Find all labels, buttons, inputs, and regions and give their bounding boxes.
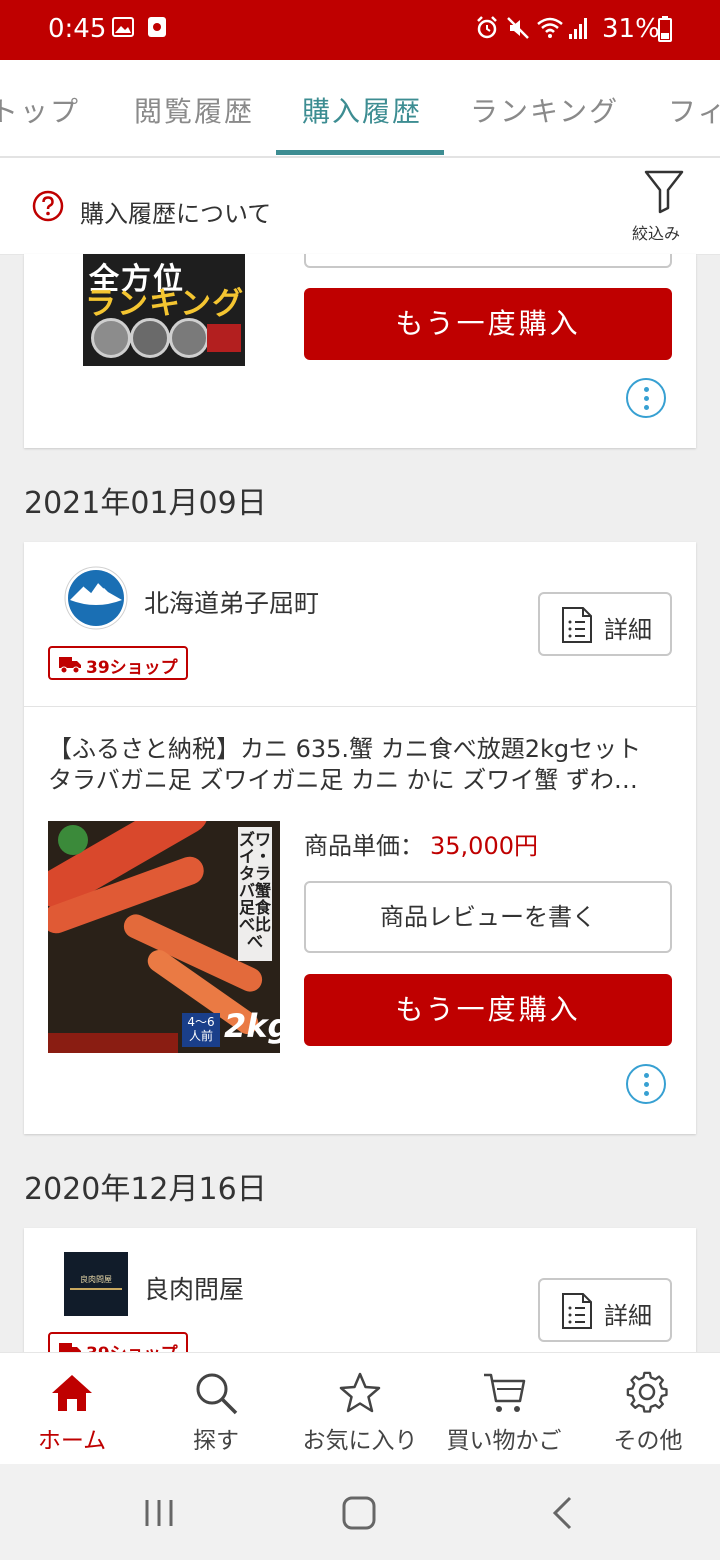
help-icon[interactable] [32, 190, 64, 222]
image-notification-icon [112, 17, 134, 37]
write-review-button[interactable]: 商品レビューを書く [304, 881, 672, 953]
nav-favorites[interactable]: お気に入り [288, 1353, 432, 1465]
shop-logo-text: 良肉問屋 [80, 1275, 112, 1284]
rebuy-button[interactable]: もう一度購入 [304, 974, 672, 1046]
tab-ranking[interactable]: ランキング [470, 90, 619, 130]
order-date: 2020年12月16日 [24, 1172, 267, 1207]
order-date: 2021年01月09日 [24, 486, 267, 521]
tab-browsing-history[interactable]: 閲覧履歴 [134, 90, 254, 130]
more-options-icon[interactable] [626, 1064, 666, 1104]
detail-label: 詳細 [604, 1302, 652, 1330]
card-divider [24, 706, 696, 707]
tab-active-indicator [276, 150, 444, 155]
back-icon[interactable] [550, 1496, 574, 1530]
wifi-icon [537, 17, 563, 38]
product-title[interactable]: 【ふるさと納税】カニ 635.蟹 カニ食べ放題2kgセット タラバガニ足 ズワイ… [48, 734, 670, 796]
badge-text: 39ショップ [86, 658, 178, 678]
status-time: 0:45 [48, 14, 107, 44]
bottom-nav: ホーム 探す お気に入り 買い物かご その他 [0, 1352, 720, 1465]
rebuy-button[interactable]: もう一度購入 [304, 288, 672, 360]
more-options-icon[interactable] [626, 378, 666, 418]
shop-logo-ryoniku[interactable]: 良肉問屋 [64, 1252, 128, 1316]
tab-purchase-history[interactable]: 購入履歴 [302, 90, 422, 130]
delivery-truck-icon [59, 657, 81, 674]
nav-other[interactable]: その他 [576, 1353, 720, 1465]
tab-fi[interactable]: フィ [668, 90, 720, 130]
shop-name[interactable]: 北海道弟子屈町 [144, 584, 319, 620]
price-value: 35,000円 [430, 832, 538, 860]
signal-icon [569, 18, 587, 39]
star-icon [339, 1372, 381, 1413]
recent-apps-icon[interactable] [144, 1498, 174, 1528]
battery-icon [658, 16, 672, 42]
document-icon [562, 1293, 592, 1329]
gear-icon [626, 1371, 668, 1413]
filter-label[interactable]: 絞込み [632, 220, 680, 244]
nav-cart[interactable]: 買い物かご [432, 1353, 576, 1465]
price-label: 商品単価： [304, 832, 424, 860]
review-button-partial[interactable] [304, 254, 672, 268]
detail-button[interactable]: 詳細 [538, 1278, 672, 1342]
status-bar: 0:45 31% [0, 0, 720, 60]
tab-bar: トップ 閲覧履歴 購入履歴 ランキング フィ [0, 60, 720, 158]
nav-label: 探す [193, 1428, 239, 1454]
home-button-icon[interactable] [342, 1496, 376, 1530]
alarm-icon [477, 16, 497, 39]
shop-39-badge: 39ショップ [48, 646, 188, 680]
cart-icon [484, 1373, 526, 1412]
nav-label: お気に入り [302, 1428, 418, 1454]
product-image-crab[interactable]: ズワイ・タラバ蟹足食べ比べ 4〜6人前 2kg [48, 821, 280, 1053]
mute-icon [507, 17, 529, 39]
screenshot-notification-icon [148, 17, 166, 37]
shop-logo-teshikaga[interactable] [64, 566, 128, 630]
nav-home[interactable]: ホーム [0, 1353, 144, 1465]
search-icon [196, 1373, 238, 1415]
system-nav-bar [0, 1464, 720, 1560]
battery-percent: 31% [602, 14, 660, 44]
home-icon [52, 1375, 92, 1411]
product-image-watch-ranking[interactable]: 全方位 ランキング [83, 254, 245, 366]
detail-button[interactable]: 詳細 [538, 592, 672, 656]
filter-icon[interactable] [644, 170, 684, 214]
about-purchase-history-link[interactable]: 購入履歴について [80, 194, 271, 229]
tab-top[interactable]: トップ [0, 90, 80, 130]
nav-label: その他 [613, 1428, 683, 1454]
nav-label: 買い物かご [446, 1428, 562, 1454]
nav-search[interactable]: 探す [144, 1353, 288, 1465]
shop-name[interactable]: 良肉問屋 [144, 1270, 244, 1306]
nav-label: ホーム [37, 1428, 107, 1454]
detail-label: 詳細 [604, 616, 652, 644]
document-icon [562, 607, 592, 643]
